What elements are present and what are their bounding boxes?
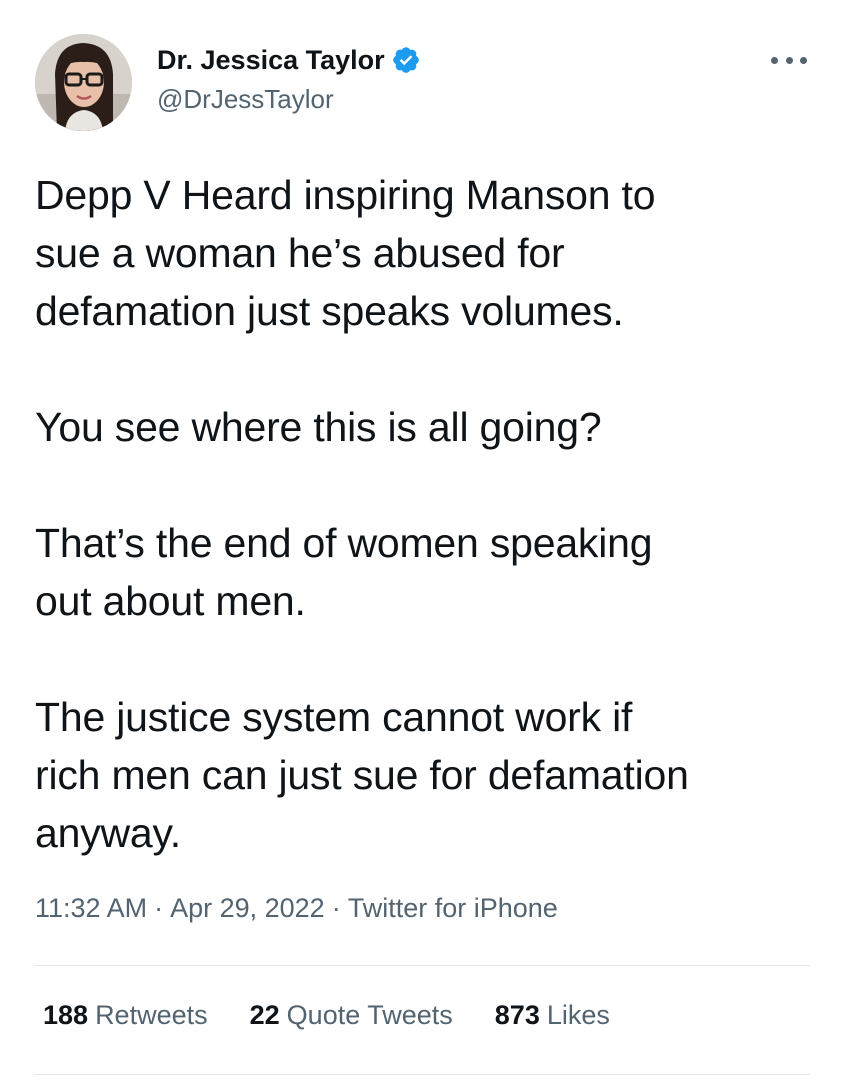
author-name-row: Dr. Jessica Taylor <box>157 42 421 78</box>
divider <box>35 1074 810 1075</box>
likes-label: Likes <box>546 1000 610 1030</box>
tweet-paragraph: Depp V Heard inspiring Manson to sue a w… <box>35 172 656 334</box>
tweet-paragraph: The justice system cannot work if rich m… <box>35 694 689 856</box>
more-horizontal-icon[interactable] <box>771 50 807 70</box>
author-handle[interactable]: @DrJessTaylor <box>157 84 334 115</box>
avatar[interactable] <box>35 34 132 131</box>
tweet-text: Depp V Heard inspiring Manson to sue a w… <box>35 166 825 862</box>
more-dot <box>785 56 793 64</box>
tweet-time[interactable]: 11:32 AM <box>35 893 147 923</box>
tweet-date[interactable]: Apr 29, 2022 <box>170 893 325 923</box>
tweet-source[interactable]: Twitter for iPhone <box>348 893 558 923</box>
more-dot <box>771 56 778 64</box>
verified-badge-icon <box>391 45 421 75</box>
tweet-metadata: 11:32 AM · Apr 29, 2022 · Twitter for iPhone <box>35 893 558 924</box>
quote-tweets-label: Quote Tweets <box>286 1000 453 1030</box>
tweet-paragraph: That’s the end of women speaking out abo… <box>35 520 653 624</box>
quote-tweets-stat[interactable]: 22 Quote Tweets <box>250 1000 453 1031</box>
separator-dot: · <box>154 893 164 923</box>
likes-stat[interactable]: 873 Likes <box>495 1000 610 1031</box>
divider <box>35 965 810 966</box>
retweets-label: Retweets <box>95 1000 208 1030</box>
avatar-image <box>35 34 132 131</box>
likes-count: 873 <box>494 1000 540 1030</box>
author-display-name[interactable]: Dr. Jessica Taylor <box>157 45 385 76</box>
retweets-stat[interactable]: 188 Retweets <box>43 1000 208 1031</box>
quote-tweets-count: 22 <box>249 1000 280 1030</box>
retweets-count: 188 <box>43 1000 89 1030</box>
tweet-card: Dr. Jessica Taylor @DrJessTaylor Depp V … <box>0 0 843 1084</box>
more-dot <box>800 56 807 64</box>
separator-dot: · <box>331 893 341 923</box>
engagement-stats: 188 Retweets 22 Quote Tweets 873 Likes <box>43 1000 652 1031</box>
tweet-paragraph: You see where this is all going? <box>35 404 602 450</box>
